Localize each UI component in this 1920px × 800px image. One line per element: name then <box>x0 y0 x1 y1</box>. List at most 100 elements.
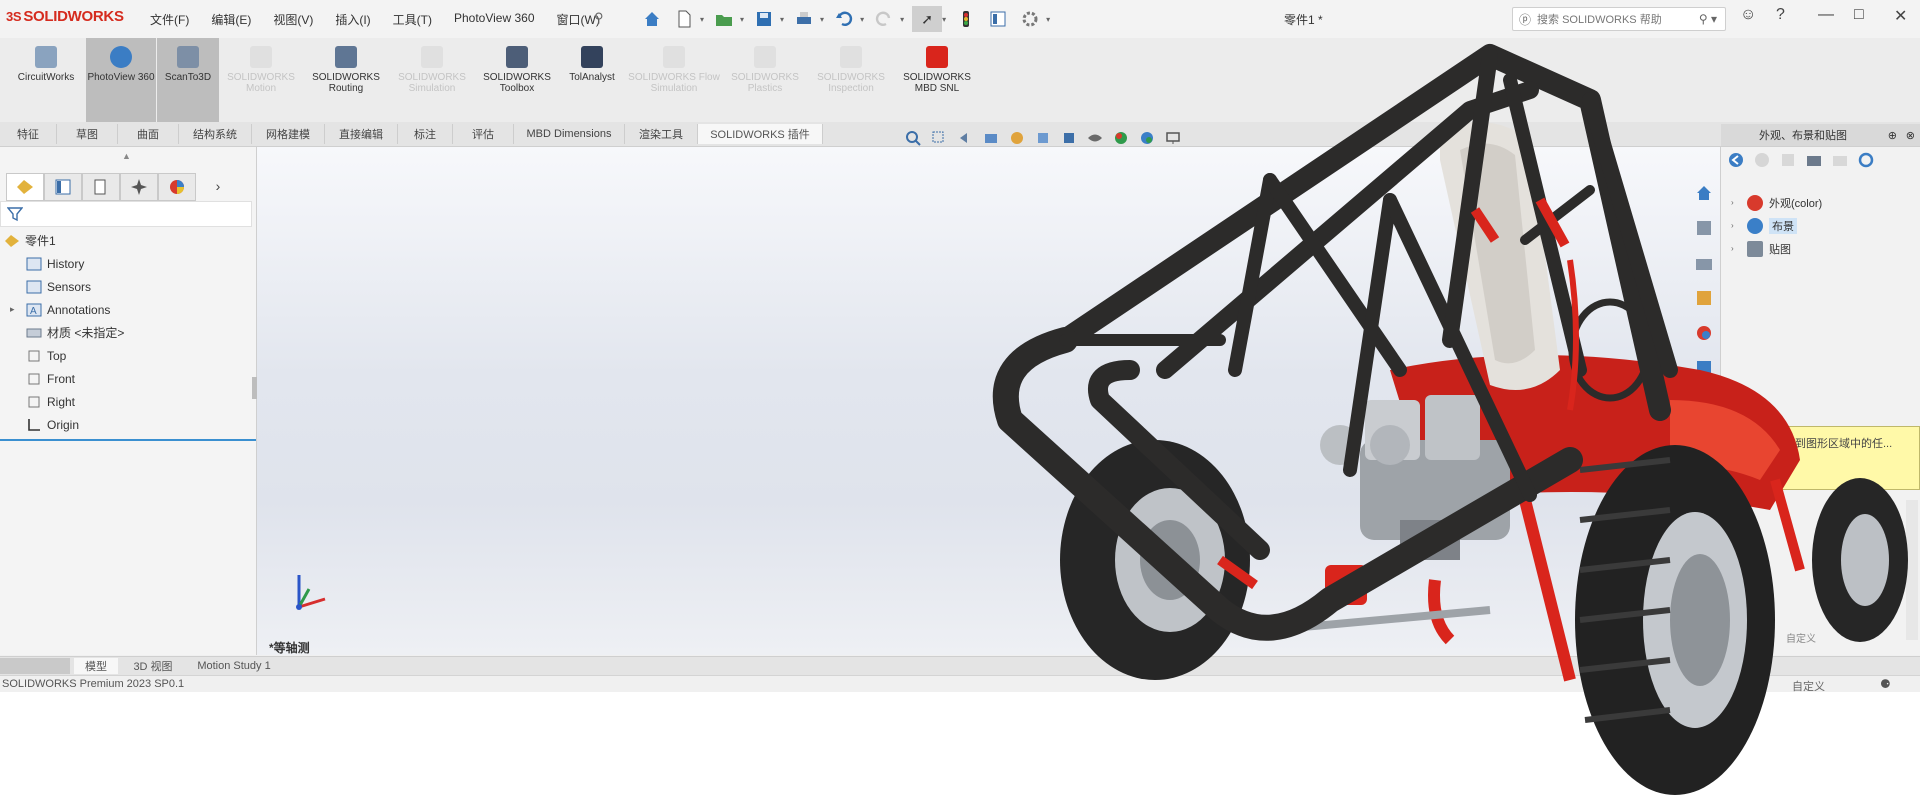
part-icon <box>5 234 19 247</box>
new-document-icon[interactable] <box>674 9 694 29</box>
featuremanager-tab-icon[interactable] <box>6 173 44 201</box>
tree-node-material[interactable]: 材质 <未指定> <box>0 321 124 344</box>
status-version: SOLIDWORKS Premium 2023 SP0.1 <box>2 678 185 690</box>
file-properties-icon[interactable] <box>988 9 1008 29</box>
tab-mesh-modeling[interactable]: 网格建模 <box>252 124 325 144</box>
cmd-plastics[interactable]: SOLIDWORKS Plastics <box>724 38 806 122</box>
panel-tabs: › <box>6 173 228 201</box>
annotations-icon: A <box>26 303 42 317</box>
tree-root-part[interactable]: 零件1 <box>0 229 124 252</box>
tree-node-sensors[interactable]: Sensors <box>0 275 124 298</box>
tab-markup[interactable]: 标注 <box>398 124 453 144</box>
tab-solidworks-addins[interactable]: SOLIDWORKS 插件 <box>698 124 823 144</box>
svg-text:A: A <box>30 306 37 317</box>
tab-sketch[interactable]: 草图 <box>57 124 118 144</box>
cmd-simulation[interactable]: SOLIDWORKS Simulation <box>390 38 474 122</box>
user-account-icon[interactable]: ☺ <box>1740 6 1756 24</box>
scanto3d-icon <box>177 46 199 68</box>
origin-icon <box>28 418 40 431</box>
search-icon[interactable]: ⚲ ▾ <box>1699 12 1717 26</box>
menu-tools[interactable]: 工具(T) <box>393 11 432 28</box>
plane-icon <box>28 350 40 361</box>
tab-structure-system[interactable]: 结构系统 <box>179 124 252 144</box>
panel-tabs-more-icon[interactable]: › <box>208 173 228 199</box>
panel-collapse-arrow[interactable]: ▲ <box>122 151 131 161</box>
tree-node-front-plane[interactable]: Front <box>0 367 124 390</box>
tab-features[interactable]: 特征 <box>0 124 57 144</box>
menu-bar: 文件(F) 编辑(E) 视图(V) 插入(I) 工具(T) PhotoView … <box>150 11 622 28</box>
photoview-icon <box>110 46 132 68</box>
plane-icon <box>28 373 40 384</box>
close-icon[interactable]: ✕ <box>1894 6 1907 26</box>
tab-direct-editing[interactable]: 直接编辑 <box>325 124 398 144</box>
go-kart-render <box>992 44 1908 795</box>
cmd-toolbox[interactable]: SOLIDWORKS Toolbox <box>476 38 558 122</box>
cmd-flow-simulation[interactable]: SOLIDWORKS Flow Simulation <box>626 38 722 122</box>
traffic-light-icon[interactable] <box>956 9 976 29</box>
redo-icon[interactable] <box>874 9 894 29</box>
pin-icon[interactable]: ⚲ <box>594 10 604 26</box>
tree-node-history[interactable]: History <box>0 252 124 275</box>
tree-node-top-plane[interactable]: Top <box>0 344 124 367</box>
tab-motion-study[interactable]: Motion Study 1 <box>186 658 282 674</box>
cmd-circuitworks[interactable]: CircuitWorks <box>6 38 86 122</box>
tab-render-tools[interactable]: 渲染工具 <box>625 124 698 144</box>
filter-icon[interactable] <box>7 206 23 222</box>
history-icon <box>26 257 42 270</box>
feature-tree: 零件1 History Sensors ▸ A Annotations 材质 <… <box>0 229 124 436</box>
mbd-snl-icon <box>926 46 948 68</box>
menu-view[interactable]: 视图(V) <box>273 11 313 28</box>
menu-file[interactable]: 文件(F) <box>150 11 189 28</box>
zoom-to-area-icon[interactable] <box>931 130 947 146</box>
tree-node-right-plane[interactable]: Right <box>0 390 124 413</box>
cmd-routing[interactable]: SOLIDWORKS Routing <box>306 38 386 122</box>
cmd-inspection[interactable]: SOLIDWORKS Inspection <box>808 38 894 122</box>
inspection-icon <box>840 46 862 68</box>
sensors-icon <box>26 280 42 293</box>
tab-scroll-area[interactable] <box>0 658 70 674</box>
select-tool[interactable]: ➚ <box>912 6 943 32</box>
tree-node-origin[interactable]: Origin <box>0 413 124 436</box>
toolbox-icon <box>506 46 528 68</box>
quick-access-toolbar: ▾ ▾ ▾ ▾ ▾ ▾ ➚ ▾ ▾ <box>636 6 1054 32</box>
rollback-bar[interactable] <box>0 439 256 441</box>
open-folder-icon[interactable] <box>714 9 734 29</box>
menu-insert[interactable]: 插入(I) <box>335 11 370 28</box>
display-manager-tab-icon[interactable] <box>158 173 196 201</box>
minimize-icon[interactable]: — <box>1818 6 1834 24</box>
tab-3d-views[interactable]: 3D 视图 <box>122 658 184 674</box>
cmd-mbd-snl[interactable]: SOLIDWORKS MBD SNL <box>896 38 978 122</box>
question-icon[interactable]: ? <box>1776 6 1785 24</box>
expand-arrow-icon[interactable]: ▸ <box>10 304 20 315</box>
configurationmanager-tab-icon[interactable] <box>82 173 120 201</box>
home-icon[interactable] <box>642 9 662 29</box>
undo-icon[interactable] <box>834 9 854 29</box>
save-icon[interactable] <box>754 9 774 29</box>
tab-surfaces[interactable]: 曲面 <box>118 124 179 144</box>
cmd-scanto3d[interactable]: ScanTo3D <box>157 38 219 122</box>
menu-photoview[interactable]: PhotoView 360 <box>454 11 535 28</box>
material-icon <box>26 328 42 337</box>
help-search-box[interactable]: ⓟ 搜索 SOLIDWORKS 帮助 ⚲ ▾ <box>1512 7 1726 31</box>
flow-simulation-icon <box>663 46 685 68</box>
options-gear-icon[interactable] <box>1020 9 1040 29</box>
zoom-to-fit-icon[interactable] <box>905 130 921 146</box>
dimxpert-tab-icon[interactable] <box>120 173 158 201</box>
tab-mbd-dimensions[interactable]: MBD Dimensions <box>514 124 625 144</box>
maximize-icon[interactable]: □ <box>1854 6 1864 24</box>
cmd-photoview[interactable]: PhotoView 360 <box>86 38 156 122</box>
propertymanager-tab-icon[interactable] <box>44 173 82 201</box>
plastics-icon <box>754 46 776 68</box>
cmd-tolanalyst[interactable]: TolAnalyst <box>560 38 624 122</box>
solidworks-logo[interactable]: 3S SOLIDWORKS <box>6 8 124 25</box>
tree-node-annotations[interactable]: ▸ A Annotations <box>0 298 124 321</box>
simulation-icon <box>421 46 443 68</box>
print-icon[interactable] <box>794 9 814 29</box>
menu-edit[interactable]: 编辑(E) <box>211 11 251 28</box>
plane-icon <box>28 396 40 407</box>
tab-evaluate[interactable]: 评估 <box>453 124 514 144</box>
tree-filter-box[interactable] <box>0 201 252 227</box>
cmd-motion[interactable]: SOLIDWORKS Motion <box>220 38 302 122</box>
tab-model[interactable]: 模型 <box>74 658 118 674</box>
view-orientation-label: *等轴测 <box>269 641 310 655</box>
